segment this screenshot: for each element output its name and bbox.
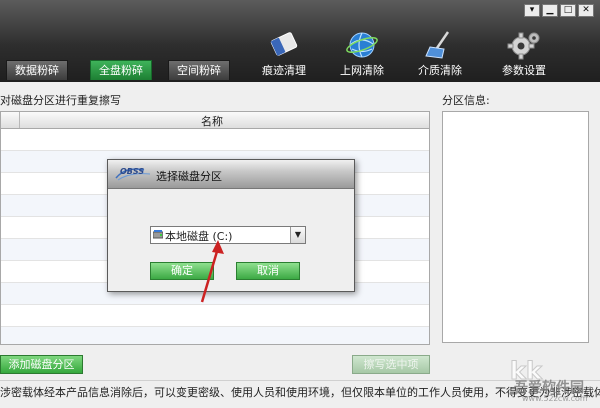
trace-clean-label: 痕迹清理: [262, 64, 306, 77]
table-row: [1, 129, 429, 151]
web-clear-button[interactable]: 上网清除: [324, 30, 400, 80]
dialog-title: 选择磁盘分区: [156, 170, 222, 183]
globe-icon: [346, 32, 378, 58]
chevron-down-icon[interactable]: ▼: [290, 227, 305, 243]
maximize-icon[interactable]: □: [560, 4, 576, 17]
eraser-icon: [270, 32, 298, 56]
minimize-icon[interactable]: ▁: [542, 4, 558, 17]
media-clear-button[interactable]: 介质清除: [402, 30, 478, 80]
gear-icon: [507, 32, 540, 60]
partition-panel-title: 对磁盘分区进行重复擦写: [0, 94, 121, 107]
tab-space-shred[interactable]: 空间粉碎: [168, 60, 230, 80]
table-header-check[interactable]: [1, 112, 20, 128]
toolbar: ▾ ▁ □ ✕ 数据粉碎 全盘粉碎 空间粉碎 痕迹清理 上网清除 介质清除 参数…: [0, 0, 600, 82]
drive-icon: [153, 230, 163, 239]
table-header-name[interactable]: 名称: [201, 113, 223, 129]
watermark: kk 吾爱软件园 www.52zcw.com: [480, 347, 600, 407]
watermark-url: www.52zcw.com: [522, 394, 588, 403]
table-header: 名称: [1, 112, 429, 129]
annotation-arrow-icon: [200, 240, 224, 303]
dialog-titlebar[interactable]: OBSS 选择磁盘分区: [108, 160, 354, 189]
tab-full-disk-shred[interactable]: 全盘粉碎: [90, 60, 152, 80]
tab-data-shred[interactable]: 数据粉碎: [6, 60, 68, 80]
settings-label: 参数设置: [502, 64, 546, 77]
partition-info-title: 分区信息:: [442, 94, 490, 107]
add-partition-button[interactable]: 添加磁盘分区: [0, 355, 83, 374]
close-icon[interactable]: ✕: [578, 4, 594, 17]
settings-button[interactable]: 参数设置: [486, 30, 562, 80]
cancel-button[interactable]: 取消: [236, 262, 300, 280]
partition-info-panel: [442, 111, 589, 343]
table-row: [1, 327, 429, 344]
table-row: [1, 305, 429, 327]
menu-dropdown-icon[interactable]: ▾: [524, 4, 540, 17]
media-clear-label: 介质清除: [418, 64, 462, 77]
obss-logo-text: OBSS: [120, 167, 145, 176]
wipe-selected-button[interactable]: 擦写选中项: [352, 355, 430, 374]
select-partition-dialog: OBSS 选择磁盘分区 本地磁盘 (C:) ▼ 确定 取消: [107, 159, 355, 292]
broom-icon: [425, 31, 450, 59]
window-controls: ▾ ▁ □ ✕: [524, 4, 594, 17]
web-clear-label: 上网清除: [340, 64, 384, 77]
trace-clean-button[interactable]: 痕迹清理: [246, 30, 322, 80]
